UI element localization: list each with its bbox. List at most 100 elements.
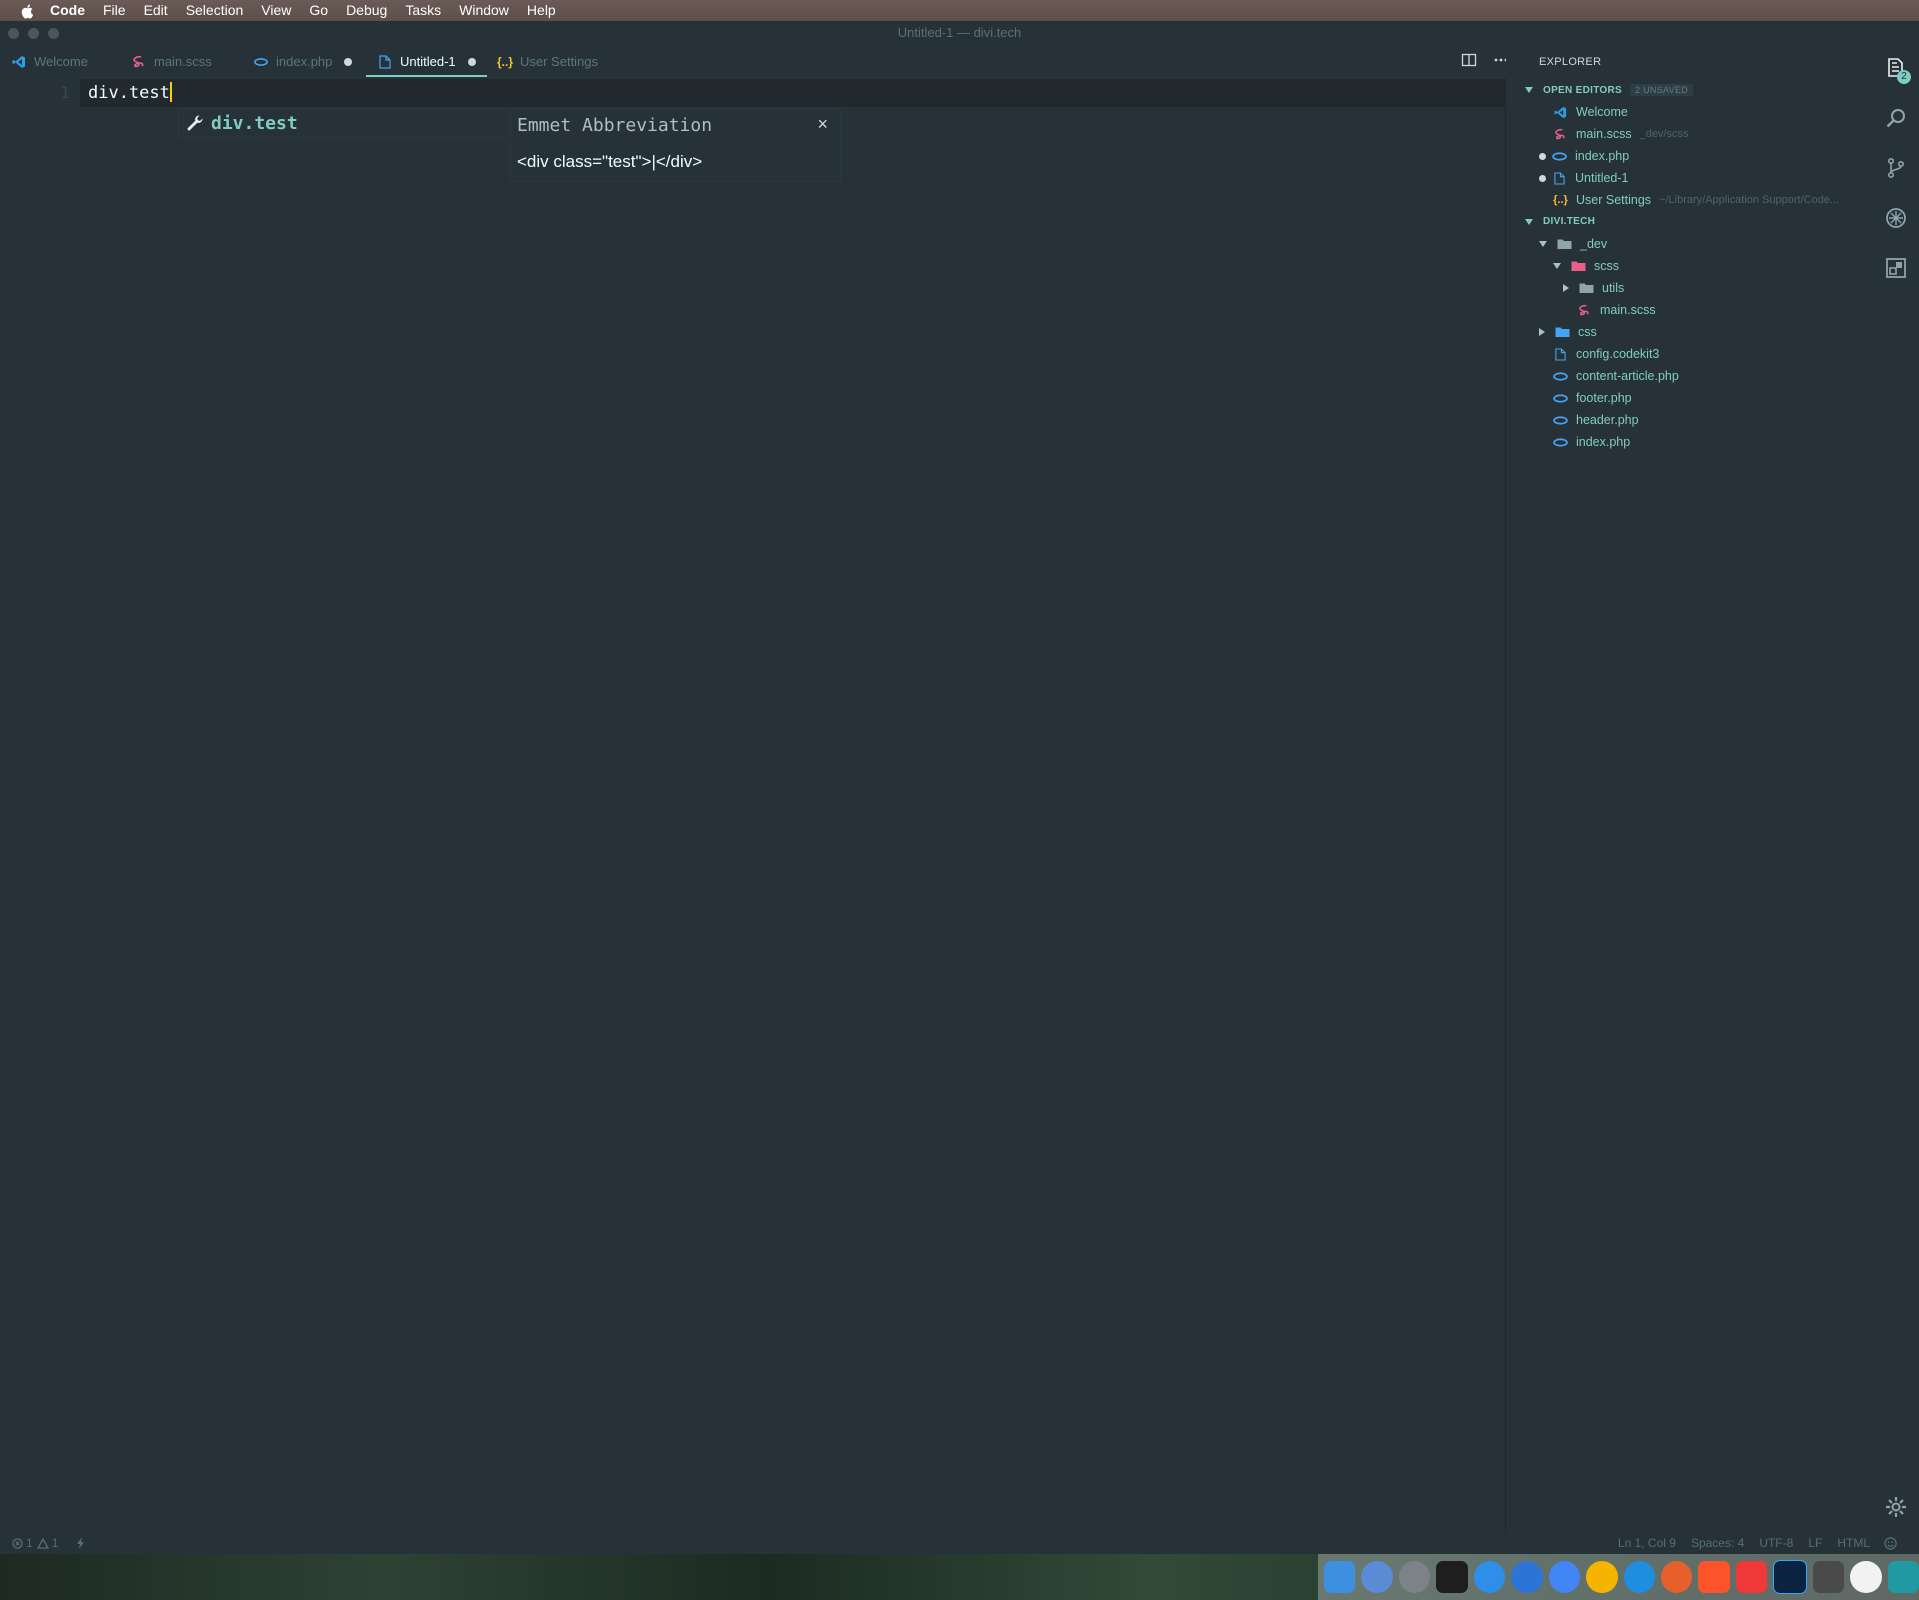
- sublime-text-icon[interactable]: [1812, 1561, 1845, 1593]
- current-line-highlight: [80, 79, 1518, 107]
- sass-icon: [1577, 303, 1592, 318]
- language-mode[interactable]: HTML: [1837, 1536, 1870, 1550]
- lightning-icon[interactable]: [76, 1537, 86, 1549]
- finder-icon[interactable]: [1324, 1561, 1356, 1593]
- debug-icon[interactable]: [1884, 206, 1908, 230]
- vscode-icon: [12, 55, 26, 69]
- item-label: header.php: [1576, 413, 1639, 427]
- title-bar: Untitled-1 — divi.tech: [0, 21, 1919, 45]
- warning-count: 1: [51, 1536, 59, 1550]
- text-cursor: [169, 82, 172, 102]
- chevron-right-icon: [1563, 284, 1569, 292]
- tree-item-file[interactable]: main.scss: [1577, 299, 1656, 321]
- menu-code[interactable]: Code: [50, 0, 85, 21]
- extensions-icon[interactable]: [1884, 256, 1908, 280]
- tab-welcome[interactable]: Welcome: [12, 45, 88, 78]
- cursor-position[interactable]: Ln 1, Col 9: [1618, 1536, 1676, 1550]
- open-editor-item-welcome[interactable]: Welcome: [1553, 101, 1628, 123]
- editor-area[interactable]: [0, 78, 1505, 1533]
- code-line[interactable]: div.test: [88, 82, 172, 103]
- unsaved-dot-icon[interactable]: [1539, 174, 1546, 182]
- safari-icon[interactable]: [1623, 1561, 1655, 1593]
- menu-file[interactable]: File: [103, 0, 126, 21]
- folder-header[interactable]: DIVI.TECH: [1525, 216, 1595, 227]
- menu-debug[interactable]: Debug: [346, 0, 387, 21]
- split-editor-icon[interactable]: [1461, 52, 1477, 68]
- settings-gear-icon[interactable]: [1884, 1495, 1908, 1519]
- item-label: _dev: [1580, 237, 1608, 251]
- code-editor-icon[interactable]: [1850, 1561, 1882, 1593]
- tree-item-folder[interactable]: utils: [1563, 277, 1624, 299]
- open-editors-header[interactable]: OPEN EDITORS 2 UNSAVED: [1525, 84, 1694, 96]
- search-icon[interactable]: [1884, 106, 1908, 130]
- menu-view[interactable]: View: [261, 0, 291, 21]
- php-icon: [1553, 369, 1568, 384]
- chrome-canary-icon[interactable]: [1586, 1561, 1618, 1593]
- photoshop-icon[interactable]: [1773, 1560, 1807, 1594]
- unsaved-dot-icon[interactable]: [344, 57, 353, 66]
- tab-index-php[interactable]: index.php: [254, 45, 353, 78]
- editor-tab-bar: Welcome main.scss index.php Untitled-1 {…: [0, 45, 1505, 78]
- unsaved-dot-icon[interactable]: [1539, 152, 1546, 160]
- suggestion-details-panel: Emmet Abbreviation × <div class="test">|…: [510, 108, 841, 182]
- tree-item-file[interactable]: index.php: [1553, 431, 1630, 453]
- tree-item-folder[interactable]: _dev: [1539, 233, 1607, 255]
- chevron-down-icon: [1525, 87, 1533, 93]
- apple-logo-icon[interactable]: [20, 3, 36, 19]
- terminal-icon[interactable]: [1436, 1561, 1468, 1593]
- folder-icon: [1579, 281, 1594, 296]
- item-label: utils: [1602, 281, 1625, 295]
- brave-icon[interactable]: [1698, 1561, 1730, 1593]
- tree-item-file[interactable]: footer.php: [1553, 387, 1632, 409]
- app-icon[interactable]: [1887, 1561, 1919, 1593]
- tree-item-folder[interactable]: css: [1539, 321, 1597, 343]
- folder-label: DIVI.TECH: [1543, 216, 1596, 227]
- tree-item-folder[interactable]: scss: [1553, 255, 1619, 277]
- open-editor-item-untitled-1[interactable]: Untitled-1: [1539, 167, 1629, 189]
- tab-label: main.scss: [154, 54, 212, 69]
- item-label: User Settings: [1576, 193, 1652, 207]
- tweetbot-icon[interactable]: [1361, 1561, 1393, 1593]
- close-icon[interactable]: ×: [817, 114, 828, 135]
- tab-user-settings[interactable]: {..} User Settings: [497, 45, 598, 78]
- menu-help[interactable]: Help: [527, 0, 556, 21]
- menu-selection[interactable]: Selection: [186, 0, 244, 21]
- menu-window[interactable]: Window: [459, 0, 509, 21]
- app-store-updates-icon[interactable]: [1511, 1561, 1543, 1593]
- item-label: config.codekit3: [1576, 347, 1660, 361]
- source-control-icon[interactable]: [1884, 156, 1908, 180]
- open-editor-item-main-scss[interactable]: main.scss _dev/scss: [1553, 123, 1689, 145]
- tab-label: index.php: [276, 54, 333, 69]
- tree-item-file[interactable]: header.php: [1553, 409, 1639, 431]
- unsaved-dot-icon[interactable]: [467, 57, 476, 66]
- chrome-icon[interactable]: [1548, 1561, 1581, 1593]
- php-icon: [1552, 149, 1567, 164]
- suggestion-item[interactable]: div.test: [178, 108, 512, 138]
- problems-indicator[interactable]: 1 1: [12, 1536, 86, 1550]
- tab-main-scss[interactable]: main.scss: [132, 45, 212, 78]
- menu-go[interactable]: Go: [309, 0, 328, 21]
- item-label: scss: [1594, 259, 1619, 273]
- feedback-smiley-icon[interactable]: [1884, 1536, 1897, 1550]
- tree-item-file[interactable]: config.codekit3: [1553, 343, 1659, 365]
- open-editor-item-index-php[interactable]: index.php: [1539, 145, 1629, 167]
- vivaldi-icon[interactable]: [1735, 1561, 1768, 1593]
- end-of-line[interactable]: LF: [1808, 1536, 1822, 1550]
- app-store-icon[interactable]: [1473, 1561, 1506, 1593]
- menu-tasks[interactable]: Tasks: [405, 0, 441, 21]
- details-body: <div class="test">|</div>: [517, 152, 703, 171]
- firefox-icon[interactable]: [1660, 1561, 1693, 1593]
- suggestion-label: div.test: [211, 112, 298, 134]
- indentation[interactable]: Spaces: 4: [1691, 1536, 1744, 1550]
- details-title: Emmet Abbreviation: [517, 115, 713, 136]
- error-icon: [12, 1537, 23, 1549]
- open-editor-item-user-settings[interactable]: {..} User Settings ~/Library/Application…: [1553, 189, 1839, 211]
- json-icon: {..}: [497, 54, 514, 69]
- menu-edit[interactable]: Edit: [144, 0, 168, 21]
- tree-item-file[interactable]: content-article.php: [1553, 365, 1679, 387]
- system-preferences-icon[interactable]: [1398, 1561, 1431, 1593]
- folder-css-icon: [1555, 325, 1570, 340]
- file-icon: [1552, 171, 1567, 186]
- tab-untitled-1[interactable]: Untitled-1: [378, 45, 476, 78]
- encoding[interactable]: UTF-8: [1759, 1536, 1793, 1550]
